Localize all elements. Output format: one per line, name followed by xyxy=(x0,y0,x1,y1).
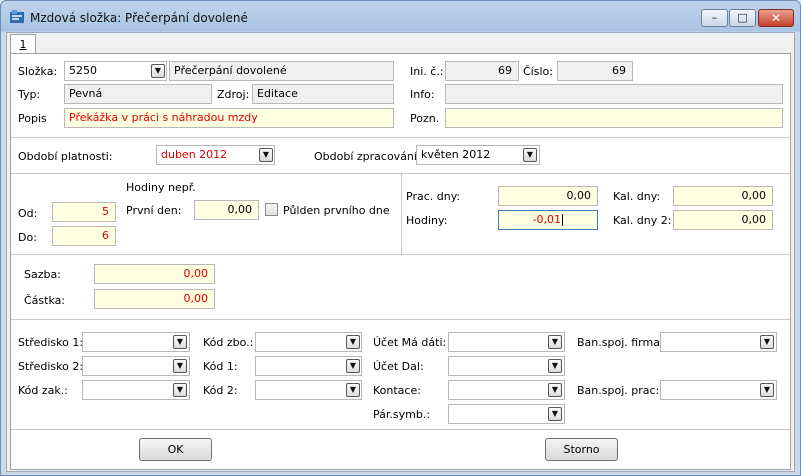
obdobi-platnosti-select[interactable]: duben 2012 xyxy=(156,145,275,165)
tab-label: 1 xyxy=(19,38,27,51)
window-title: Mzdová složka: Přečerpání dovolené xyxy=(30,11,248,25)
par-symb-label: Pár.symb.: xyxy=(373,408,431,421)
app-window: Mzdová složka: Přečerpání dovolené – □ ✕… xyxy=(0,0,801,476)
maximize-icon: □ xyxy=(737,11,748,24)
ucet-dal-dropdown-icon[interactable]: ▼ xyxy=(548,359,562,373)
title-bar[interactable]: Mzdová složka: Přečerpání dovolené – □ ✕ xyxy=(1,1,800,32)
obdobi-platnosti-dropdown-icon[interactable]: ▼ xyxy=(259,148,273,162)
hodiny-field[interactable]: -0,01 xyxy=(498,210,598,230)
ucet-ma-dati-label: Účet Má dáti: xyxy=(373,336,447,349)
hodiny-label: Hodiny: xyxy=(406,214,448,227)
tab-1[interactable]: 1 xyxy=(10,34,36,54)
inic-label: Ini. č.: xyxy=(410,65,444,78)
ban-firma-label: Ban.spoj. firma: xyxy=(577,336,664,349)
obdobi-zpracovani-select[interactable]: květen 2012 xyxy=(416,145,540,165)
prvni-den-field[interactable]: 0,00 xyxy=(194,200,259,220)
separator xyxy=(11,137,790,138)
separator xyxy=(11,429,790,430)
info-label: Info: xyxy=(410,88,435,101)
separator xyxy=(401,174,402,254)
kod2-dropdown-icon[interactable]: ▼ xyxy=(346,383,360,397)
zdroj-field: Editace xyxy=(252,84,394,104)
inic-field: 69 xyxy=(445,61,519,81)
kal-dny2-field[interactable]: 0,00 xyxy=(673,210,773,230)
sazba-field[interactable]: 0,00 xyxy=(94,264,215,284)
kal-dny2-label: Kal. dny 2: xyxy=(613,214,672,227)
ban-prac-dropdown-icon[interactable]: ▼ xyxy=(760,383,774,397)
kal-dny-field[interactable]: 0,00 xyxy=(673,186,773,206)
do-field[interactable]: 6 xyxy=(52,226,116,246)
prvni-den-label: První den: xyxy=(126,204,182,217)
hodiny-value: -0,01 xyxy=(532,213,561,226)
storno-button[interactable]: Storno xyxy=(545,438,618,461)
ok-button[interactable]: OK xyxy=(139,438,212,461)
stredisko1-dropdown-icon[interactable]: ▼ xyxy=(173,335,187,349)
od-field[interactable]: 5 xyxy=(52,202,116,222)
kod1-dropdown-icon[interactable]: ▼ xyxy=(346,359,360,373)
kod2-label: Kód 2: xyxy=(203,384,238,397)
popis-field[interactable]: Překážka v práci s náhradou mzdy xyxy=(64,108,394,128)
prac-dny-label: Prac. dny: xyxy=(406,190,461,203)
kod-zbo-dropdown-icon[interactable]: ▼ xyxy=(346,335,360,349)
kontace-label: Kontace: xyxy=(373,384,421,397)
stredisko2-dropdown-icon[interactable]: ▼ xyxy=(173,359,187,373)
cislo-field: 69 xyxy=(557,61,633,81)
pozn-field[interactable] xyxy=(445,108,783,128)
popis-label: Popis xyxy=(18,112,47,125)
info-field xyxy=(445,84,783,104)
slozka-label: Složka: xyxy=(18,65,58,78)
separator xyxy=(11,254,790,255)
ban-firma-dropdown-icon[interactable]: ▼ xyxy=(760,335,774,349)
stredisko1-label: Středisko 1: xyxy=(18,336,84,349)
app-icon xyxy=(10,10,24,23)
obdobi-zpracovani-dropdown-icon[interactable]: ▼ xyxy=(523,148,537,162)
kontace-dropdown-icon[interactable]: ▼ xyxy=(548,383,562,397)
kod-zak-dropdown-icon[interactable]: ▼ xyxy=(173,383,187,397)
hodiny-nepr-label: Hodiny nepř. xyxy=(126,181,196,194)
ucet-dal-label: Účet Dal: xyxy=(373,360,424,373)
obdobi-zpracovani-label: Období zpracování: xyxy=(314,150,421,163)
par-symb-dropdown-icon[interactable]: ▼ xyxy=(548,407,562,421)
minimize-icon: – xyxy=(711,11,718,24)
maximize-button[interactable]: □ xyxy=(729,9,756,27)
zdroj-label: Zdroj: xyxy=(217,88,250,101)
close-button[interactable]: ✕ xyxy=(758,9,794,27)
kod-zbo-label: Kód zbo.: xyxy=(203,336,254,349)
typ-field: Pevná xyxy=(64,84,212,104)
close-icon: ✕ xyxy=(770,11,782,25)
pulden-label: Půlden prvního dne xyxy=(283,204,390,217)
ban-prac-label: Ban.spoj. prac: xyxy=(577,384,660,397)
dialog-client: 1 Složka: 5250 ▼ Přečerpání dovolené Typ… xyxy=(6,32,795,472)
slozka-dropdown-icon[interactable]: ▼ xyxy=(151,64,165,78)
pulden-checkbox[interactable] xyxy=(265,203,278,216)
od-label: Od: xyxy=(18,207,38,220)
kal-dny-label: Kal. dny: xyxy=(613,190,661,203)
typ-label: Typ: xyxy=(18,88,41,101)
ucet-ma-dati-dropdown-icon[interactable]: ▼ xyxy=(548,335,562,349)
stredisko2-label: Středisko 2: xyxy=(18,360,84,373)
castka-label: Částka: xyxy=(24,294,66,307)
separator xyxy=(11,319,790,320)
prac-dny-field[interactable]: 0,00 xyxy=(498,186,598,206)
kod-zak-label: Kód zak.: xyxy=(18,384,68,397)
text-caret xyxy=(562,214,563,226)
pozn-label: Pozn. xyxy=(410,112,440,125)
obdobi-platnosti-label: Období platnosti: xyxy=(18,150,113,163)
kod1-label: Kód 1: xyxy=(203,360,238,373)
tab-panel: Složka: 5250 ▼ Přečerpání dovolené Typ: … xyxy=(10,53,791,470)
castka-field[interactable]: 0,00 xyxy=(94,289,215,309)
do-label: Do: xyxy=(18,231,37,244)
minimize-button[interactable]: – xyxy=(701,9,728,27)
slozka-name-field: Přečerpání dovolené xyxy=(169,61,394,81)
cislo-label: Číslo: xyxy=(523,65,553,78)
sazba-label: Sazba: xyxy=(24,268,61,281)
